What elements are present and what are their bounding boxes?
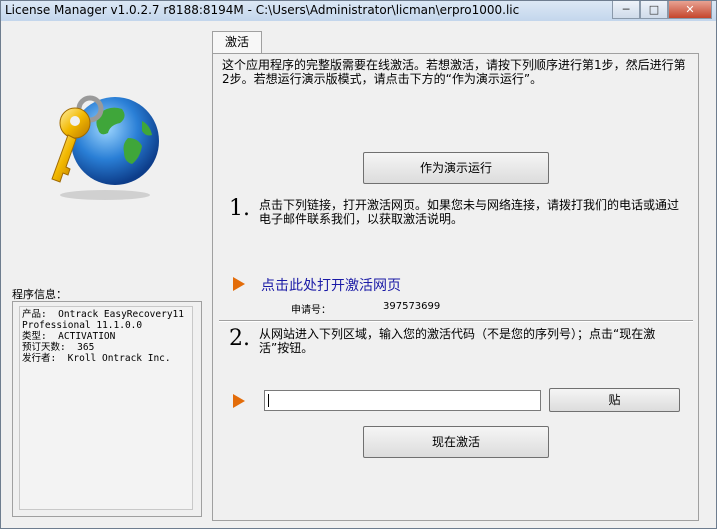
title-bar[interactable]: License Manager v1.0.2.7 r8188:8194M - C… xyxy=(1,1,716,21)
activate-now-button[interactable]: 现在激活 xyxy=(363,426,549,458)
license-manager-window: License Manager v1.0.2.7 r8188:8194M - C… xyxy=(0,0,717,529)
close-button[interactable]: ✕ xyxy=(668,1,712,19)
window-title: License Manager v1.0.2.7 r8188:8194M - C… xyxy=(5,3,520,17)
step-1-text: 点击下列链接，打开激活网页。如果您未与网络连接，请拨打我们的电话或通过电子邮件联… xyxy=(259,198,680,226)
step-2-text: 从网站进入下列区域，输入您的激活代码（不是您的序列号）；点击“现在激活”按钮。 xyxy=(259,327,656,355)
program-info-group: 产品: Ontrack EasyRecovery11 Professional … xyxy=(12,301,202,517)
tab-activation[interactable]: 激活 xyxy=(212,31,262,53)
activation-panel: 这个应用程序的完整版需要在线激活。若想激活，请按下列顺序进行第1步，然后进行第2… xyxy=(212,53,699,521)
client-area: 程序信息： 产品: Ontrack EasyRecovery11 Profess… xyxy=(2,21,715,528)
activation-code-input[interactable] xyxy=(264,390,541,411)
window-controls: ─ □ ✕ xyxy=(612,1,712,19)
run-as-demo-button[interactable]: 作为演示运行 xyxy=(363,152,549,184)
step-1-number: 1. xyxy=(229,196,250,221)
program-info-label: 程序信息： xyxy=(12,288,67,301)
key-globe-logo-icon xyxy=(51,95,159,200)
step-2-number: 2. xyxy=(229,326,250,351)
open-activation-page-link[interactable]: 点击此处打开激活网页 xyxy=(261,275,401,295)
maximize-button[interactable]: □ xyxy=(640,1,668,19)
arrow-icon xyxy=(233,394,245,408)
request-number-label: 申请号： xyxy=(291,305,331,316)
intro-text: 这个应用程序的完整版需要在线激活。若想激活，请按下列顺序进行第1步，然后进行第2… xyxy=(222,58,686,86)
text-caret xyxy=(268,394,269,407)
separator xyxy=(219,320,693,322)
minimize-button[interactable]: ─ xyxy=(612,1,640,19)
paste-button[interactable]: 贴 xyxy=(549,388,680,412)
arrow-icon xyxy=(233,277,245,291)
request-number-value: 397573699 xyxy=(383,301,441,312)
program-info-text[interactable]: 产品: Ontrack EasyRecovery11 Professional … xyxy=(19,306,193,510)
